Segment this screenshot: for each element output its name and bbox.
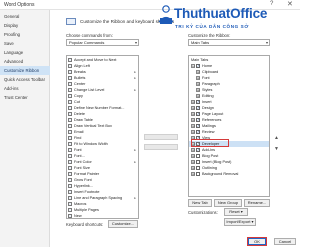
tree-item-background-removal[interactable]: ⊞ Background Removal: [189, 171, 269, 177]
collapse-icon[interactable]: ⊟: [191, 64, 195, 68]
command-icon: [68, 160, 72, 164]
expand-icon[interactable]: ⊞: [191, 130, 195, 134]
sidebar-item-advanced[interactable]: Advanced: [0, 57, 50, 66]
checkbox-unchecked[interactable]: [196, 172, 200, 176]
command-icon: [68, 202, 72, 206]
command-icon: [68, 94, 72, 98]
expand-icon[interactable]: ⊞: [196, 94, 200, 98]
expand-icon[interactable]: ⊞: [196, 88, 200, 92]
command-icon: [68, 154, 72, 158]
sidebar-item-general[interactable]: General: [0, 12, 50, 21]
expand-icon[interactable]: ⊞: [191, 118, 195, 122]
expand-icon[interactable]: ⊞: [196, 70, 200, 74]
choose-commands-value: Popular Commands: [69, 40, 105, 45]
list-item[interactable]: New: [67, 213, 138, 218]
sidebar-item-quick-access-toolbar[interactable]: Quick Access Toolbar: [0, 75, 50, 84]
checkbox-checked[interactable]: ✓: [196, 148, 200, 152]
command-icon: [68, 214, 72, 218]
checkbox-checked[interactable]: ✓: [196, 130, 200, 134]
command-icon: [68, 100, 72, 104]
command-icon: [68, 166, 72, 170]
expand-icon[interactable]: ⊞: [191, 106, 195, 110]
expand-icon[interactable]: ⊞: [196, 76, 200, 80]
command-icon: [68, 184, 72, 188]
checkbox-unchecked[interactable]: [196, 160, 200, 164]
new-tab-button[interactable]: New Tab: [188, 199, 212, 207]
command-icon: [68, 208, 72, 212]
main-tabs-tree[interactable]: Main Tabs ⊟ ✓ Home ⊞ Clipboard ⊞ Font ⊞ Parag…: [188, 55, 270, 197]
options-sidebar: General Display Proofing Save Language A…: [0, 10, 50, 247]
command-icon: [68, 148, 72, 152]
command-icon: [68, 124, 72, 128]
customize-ribbon-panel: Customize the Ribbon and keyboard shortc…: [50, 10, 300, 247]
sidebar-item-display[interactable]: Display: [0, 21, 50, 30]
command-icon: [68, 136, 72, 140]
rename-button[interactable]: Rename...: [244, 199, 270, 207]
command-icon: [68, 76, 72, 80]
chevron-down-icon: ▾: [134, 40, 137, 45]
commands-list[interactable]: Accept and Move to Next Align Left Break…: [66, 55, 139, 219]
command-icon: [68, 142, 72, 146]
command-icon: [68, 70, 72, 74]
sidebar-item-customize-ribbon[interactable]: Customize Ribbon: [0, 66, 50, 75]
command-icon: [68, 190, 72, 194]
sidebar-item-save[interactable]: Save: [0, 39, 50, 48]
choose-commands-select[interactable]: Popular Commands ▾: [66, 39, 139, 46]
list-item-label: New: [74, 214, 82, 218]
cancel-button[interactable]: Cancel: [274, 238, 296, 245]
person-laptop-icon: [158, 5, 174, 24]
move-down-icon[interactable]: ▼: [274, 146, 279, 152]
customizations-label: Customizations:: [188, 210, 218, 215]
developer-highlight-box: [191, 139, 229, 147]
command-icon: [68, 106, 72, 110]
watermark-brand: ThuthuatOffice: [174, 6, 268, 21]
ok-button[interactable]: OK: [248, 238, 266, 245]
watermark-logo: ThuthuatOffice TRI KỶ CỦA DÂN CÔNG SỞ: [156, 4, 300, 44]
checkbox-checked[interactable]: ✓: [196, 118, 200, 122]
command-icon: [68, 58, 72, 62]
expand-icon[interactable]: ⊞: [191, 112, 195, 116]
sidebar-item-trust-center[interactable]: Trust Center: [0, 93, 50, 102]
command-icon: [68, 82, 72, 86]
checkbox-checked[interactable]: ✓: [196, 100, 200, 104]
expand-icon[interactable]: ⊞: [191, 154, 195, 158]
expand-icon[interactable]: ⊞: [191, 100, 195, 104]
remove-button[interactable]: [144, 144, 178, 150]
sidebar-item-proofing[interactable]: Proofing: [0, 30, 50, 39]
keyboard-shortcuts-label: Keyboard shortcuts:: [66, 222, 104, 227]
tree-item-label: Background Removal: [202, 172, 239, 176]
expand-icon[interactable]: ⊞: [196, 82, 200, 86]
expand-icon[interactable]: ⊞: [191, 172, 195, 176]
expand-icon[interactable]: ⊞: [191, 160, 195, 164]
checkbox-checked[interactable]: ✓: [196, 64, 200, 68]
checkbox-unchecked[interactable]: [196, 154, 200, 158]
checkbox-checked[interactable]: ✓: [196, 112, 200, 116]
command-icon: [68, 130, 72, 134]
checkbox-unchecked[interactable]: [196, 166, 200, 170]
expand-icon[interactable]: ⊞: [191, 124, 195, 128]
watermark-tagline: TRI KỶ CỦA DÂN CÔNG SỞ: [175, 24, 249, 29]
add-button[interactable]: [144, 134, 178, 140]
command-icon: [68, 196, 72, 200]
customize-shortcuts-button[interactable]: Customize...: [108, 220, 138, 228]
command-icon: [68, 88, 72, 92]
choose-commands-label: Choose commands from:: [66, 33, 113, 38]
command-icon: [68, 178, 72, 182]
sidebar-item-add-ins[interactable]: Add-ins: [0, 84, 50, 93]
command-icon: [68, 172, 72, 176]
sidebar-item-language[interactable]: Language: [0, 48, 50, 57]
command-icon: [68, 118, 72, 122]
move-up-icon[interactable]: ▲: [274, 135, 279, 141]
ribbon-customize-icon: [66, 18, 76, 25]
expand-icon[interactable]: ⊞: [191, 148, 195, 152]
expand-icon[interactable]: ⊞: [191, 166, 195, 170]
reset-button[interactable]: Reset ▾: [224, 208, 248, 216]
window-title: Word Options: [4, 2, 35, 8]
command-icon: [68, 112, 72, 116]
checkbox-checked[interactable]: ✓: [196, 124, 200, 128]
import-export-button[interactable]: Import/Export ▾: [224, 218, 256, 226]
command-icon: [68, 64, 72, 68]
checkbox-checked[interactable]: ✓: [196, 106, 200, 110]
new-group-button[interactable]: New Group: [214, 199, 242, 207]
